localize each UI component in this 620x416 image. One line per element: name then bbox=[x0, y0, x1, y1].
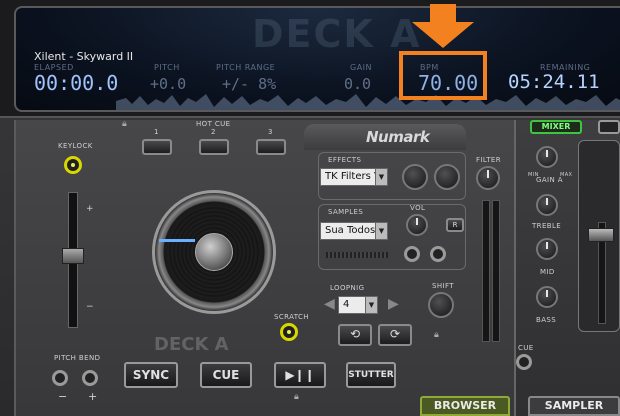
play-pause-button[interactable]: ▶❙❙ bbox=[274, 362, 326, 388]
effects-knob-2[interactable] bbox=[434, 164, 460, 190]
keylock-label: KEYLOCK bbox=[58, 142, 93, 150]
brand-logo: Numark bbox=[366, 128, 430, 146]
pitch-bend-minus-label: − bbox=[58, 390, 68, 403]
pitch-bend-minus-button[interactable] bbox=[52, 370, 68, 386]
deck-watermark: DECK A bbox=[252, 12, 422, 56]
loop-in-button[interactable]: ⟲ bbox=[338, 324, 372, 346]
effects-knob-1[interactable] bbox=[402, 164, 428, 190]
gain-a-knob[interactable] bbox=[536, 146, 558, 168]
loop-length-value: 4 bbox=[343, 299, 350, 310]
scratch-label: SCRATCH bbox=[274, 313, 309, 321]
bpm-highlight-box bbox=[399, 51, 487, 100]
channel-meter-left bbox=[482, 200, 490, 342]
shift-button[interactable] bbox=[428, 292, 454, 318]
gain-min-label: MIN bbox=[528, 172, 539, 178]
mixer-tab-2[interactable] bbox=[598, 120, 620, 134]
looping-label: LOOPNIG bbox=[330, 284, 365, 292]
dj-app: DECK A Xilent - Skyward II ELAPSED 00:00… bbox=[0, 0, 620, 416]
mixer-tab[interactable]: MIXER bbox=[530, 120, 582, 134]
pitch-bend-plus-label: + bbox=[88, 390, 98, 403]
mid-knob[interactable] bbox=[536, 238, 558, 260]
cue-mixer-label: CUE bbox=[518, 344, 534, 352]
gain-label: GAIN bbox=[350, 63, 373, 72]
pitch-bend-label: PITCH BEND bbox=[54, 354, 101, 362]
volume-fader-handle[interactable] bbox=[588, 228, 614, 242]
samples-volume-knob[interactable] bbox=[406, 214, 428, 236]
deck-display-screen: DECK A Xilent - Skyward II ELAPSED 00:00… bbox=[14, 6, 620, 112]
scratch-button[interactable] bbox=[280, 323, 298, 341]
track-title: Xilent - Skyward II bbox=[34, 50, 134, 63]
loop-icon: ⟳ bbox=[389, 327, 401, 341]
sample-pad-2[interactable] bbox=[430, 246, 446, 262]
hot-cue-1-number: 1 bbox=[154, 128, 159, 136]
loop-icon: ⟲ bbox=[349, 327, 361, 341]
deck-label: DECK A bbox=[154, 334, 229, 355]
mid-label: MID bbox=[540, 268, 555, 276]
sync-button[interactable]: SYNC bbox=[124, 362, 178, 388]
effects-label: EFFECTS bbox=[328, 156, 362, 164]
vol-label: VOL bbox=[410, 204, 426, 212]
effects-select-value: TK Filters V bbox=[325, 171, 381, 182]
elapsed-value: 00:00.0 bbox=[34, 71, 119, 95]
pitch-label: PITCH bbox=[154, 63, 180, 72]
hot-cue-3-number: 3 bbox=[268, 128, 273, 136]
shift-label: SHIFT bbox=[432, 282, 454, 290]
jog-center-cap bbox=[195, 233, 233, 271]
jog-position-marker bbox=[159, 239, 195, 242]
treble-knob[interactable] bbox=[536, 194, 558, 216]
filter-knob[interactable] bbox=[476, 166, 500, 190]
filter-label: FILTER bbox=[476, 156, 501, 164]
loop-out-button[interactable]: ⟳ bbox=[378, 324, 412, 346]
waveform[interactable] bbox=[116, 90, 620, 112]
keylock-button[interactable] bbox=[64, 156, 82, 174]
record-button[interactable]: R bbox=[446, 218, 464, 232]
jog-wheel[interactable] bbox=[152, 190, 276, 314]
hot-cue-label: HOT CUE bbox=[196, 120, 231, 128]
sample-pad-1[interactable] bbox=[404, 246, 420, 262]
sampler-tab[interactable]: SAMPLER bbox=[528, 396, 620, 416]
stutter-button[interactable]: STUTTER bbox=[346, 362, 396, 388]
cue-mixer-button[interactable] bbox=[516, 354, 532, 370]
loop-prev-icon[interactable]: ◀ bbox=[324, 296, 335, 312]
hot-cue-2-number: 2 bbox=[211, 128, 216, 136]
pitch-range-label: PITCH RANGE bbox=[216, 63, 276, 72]
lock-icon: 🔒︎ bbox=[434, 330, 439, 340]
deck-display: DECK A Xilent - Skyward II ELAPSED 00:00… bbox=[0, 0, 620, 118]
lock-icon: 🔒︎ bbox=[294, 392, 299, 402]
chevron-down-icon: ▼ bbox=[365, 297, 377, 313]
samples-select-value: Sua Todos bbox=[325, 225, 376, 236]
hot-cue-2-button[interactable] bbox=[199, 139, 229, 155]
gain-a-label: GAIN A bbox=[536, 176, 563, 184]
bass-knob[interactable] bbox=[536, 286, 558, 308]
chevron-down-icon: ▼ bbox=[375, 223, 387, 239]
browser-tab[interactable]: BROWSER bbox=[420, 396, 510, 416]
samples-label: SAMPLES bbox=[328, 208, 364, 216]
samples-progress bbox=[326, 252, 388, 258]
pitch-slider-handle[interactable] bbox=[62, 248, 84, 264]
lock-icon: 🔒︎ bbox=[122, 119, 127, 129]
effects-select[interactable]: TK Filters V ▼ bbox=[320, 168, 388, 186]
hot-cue-3-button[interactable] bbox=[256, 139, 286, 155]
treble-label: TREBLE bbox=[532, 222, 562, 230]
pitch-slider-minus: − bbox=[86, 302, 94, 312]
loop-next-icon[interactable]: ▶ bbox=[388, 296, 399, 312]
loop-length-select[interactable]: 4 ▼ bbox=[338, 296, 378, 314]
pitch-bend-plus-button[interactable] bbox=[82, 370, 98, 386]
hot-cue-1-button[interactable] bbox=[142, 139, 172, 155]
cue-button[interactable]: CUE bbox=[200, 362, 252, 388]
down-arrow-icon bbox=[412, 4, 474, 48]
brand-header: Numark bbox=[304, 124, 466, 150]
chevron-down-icon: ▼ bbox=[375, 169, 387, 185]
channel-meter-right bbox=[492, 200, 500, 342]
samples-select[interactable]: Sua Todos ▼ bbox=[320, 222, 388, 240]
gain-max-label: MAX bbox=[560, 172, 573, 178]
jog-platter bbox=[167, 205, 261, 299]
bass-label: BASS bbox=[536, 316, 557, 324]
pitch-slider-plus: + bbox=[86, 204, 94, 214]
